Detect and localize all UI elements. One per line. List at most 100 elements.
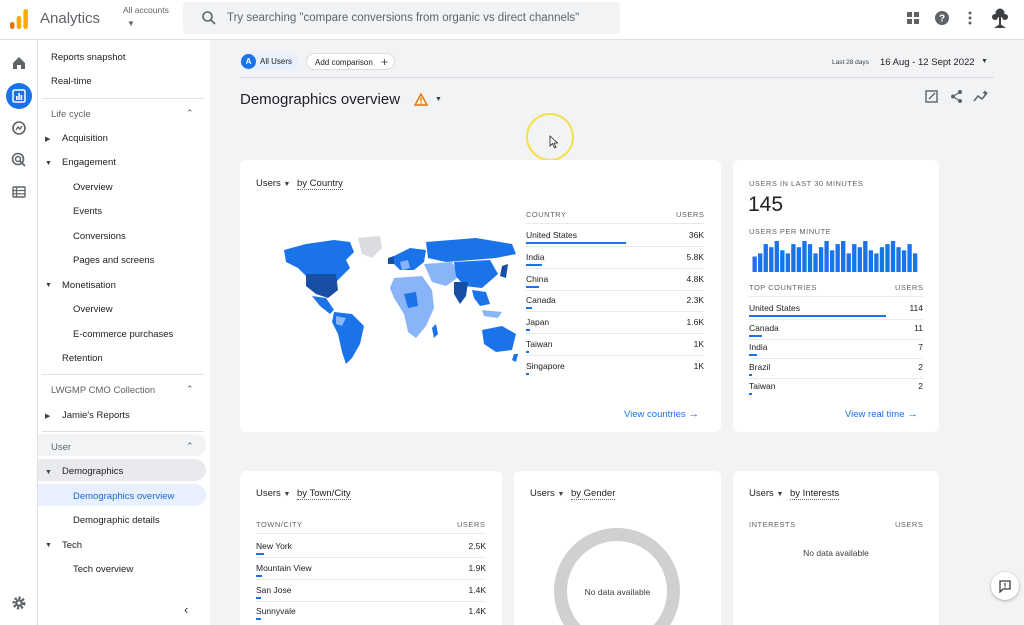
title-chevron-down-icon[interactable]: ▼ — [435, 96, 442, 103]
per-minute-bar[interactable] — [841, 241, 846, 272]
nav-reports-snapshot[interactable]: Reports snapshot — [51, 52, 125, 63]
table-row-name[interactable]: New York — [256, 541, 292, 551]
table-row-name[interactable]: China — [526, 274, 548, 284]
nav-demographic-details[interactable]: Demographic details — [73, 515, 160, 526]
help-icon[interactable]: ? — [934, 10, 950, 26]
all-users-chip[interactable]: A All Users — [240, 53, 298, 70]
nav-section-lifecycle[interactable]: Life cycle — [51, 109, 91, 120]
share-icon[interactable] — [949, 89, 964, 104]
nav-engagement-overview[interactable]: Overview — [73, 182, 113, 193]
account-avatar-icon[interactable] — [990, 7, 1010, 29]
date-chevron-down-icon[interactable]: ▼ — [981, 58, 988, 65]
per-minute-bar[interactable] — [824, 241, 829, 272]
per-minute-bar[interactable] — [796, 247, 802, 272]
nav-pages-screens[interactable]: Pages and screens — [73, 255, 154, 266]
more-vert-icon[interactable] — [962, 10, 978, 26]
per-minute-bar[interactable] — [879, 247, 885, 272]
configure-list-icon[interactable] — [10, 183, 28, 201]
per-minute-bar[interactable] — [807, 244, 813, 272]
nav-ecommerce[interactable]: E-commerce purchases — [73, 329, 173, 340]
caret-down-icon[interactable]: ▼ — [45, 469, 52, 476]
per-minute-bar[interactable] — [758, 253, 763, 272]
card-metric-selector[interactable]: Users ▼ — [256, 488, 290, 499]
card-metric-selector[interactable]: Users ▼ — [256, 178, 290, 189]
table-row-name[interactable]: United States — [749, 303, 800, 313]
collapse-nav-chevron-left-icon[interactable]: ‹ — [184, 602, 188, 617]
per-minute-bar[interactable] — [763, 244, 768, 272]
per-minute-bar[interactable] — [769, 247, 774, 272]
per-minute-bar[interactable] — [785, 253, 791, 272]
per-minute-bar[interactable] — [752, 256, 757, 273]
nav-tech[interactable]: Tech — [62, 540, 82, 551]
per-minute-bar[interactable] — [890, 241, 896, 272]
analytics-logo-icon[interactable] — [10, 9, 28, 29]
per-minute-bar[interactable] — [857, 247, 862, 272]
caret-down-icon[interactable]: ▼ — [45, 160, 52, 167]
per-minute-bar[interactable] — [835, 244, 840, 272]
card-metric-selector[interactable]: Users ▼ — [530, 488, 564, 499]
per-minute-bar[interactable] — [901, 250, 907, 272]
customize-report-icon[interactable] — [924, 89, 939, 104]
search-bar[interactable]: Try searching "compare conversions from … — [183, 2, 620, 34]
nav-events[interactable]: Events — [73, 206, 102, 217]
card-dimension[interactable]: by Town/City — [297, 488, 351, 500]
per-minute-bar[interactable] — [813, 253, 818, 272]
date-range-picker[interactable]: 16 Aug - 12 Sept 2022 — [880, 57, 975, 68]
nav-realtime[interactable]: Real-time — [51, 76, 92, 87]
advertising-icon[interactable] — [10, 151, 28, 169]
per-minute-bar[interactable] — [791, 244, 796, 272]
nav-section-user[interactable]: User — [51, 442, 71, 453]
table-row-name[interactable]: Sunnyvale — [256, 606, 296, 616]
table-row-name[interactable]: India — [749, 342, 767, 352]
caret-down-icon[interactable]: ▼ — [45, 282, 52, 289]
nav-section-collection[interactable]: LWGMP CMO Collection — [51, 385, 155, 396]
nav-tech-overview[interactable]: Tech overview — [73, 564, 133, 575]
nav-demographics-overview[interactable]: Demographics overview — [73, 491, 174, 502]
per-minute-bar[interactable] — [868, 250, 874, 272]
settings-gear-icon[interactable] — [10, 594, 28, 612]
add-comparison-button[interactable]: Add comparison + — [306, 53, 395, 70]
world-map[interactable] — [276, 234, 520, 366]
table-row-name[interactable]: United States — [526, 230, 577, 240]
account-selector-label[interactable]: All accounts — [123, 5, 169, 15]
chevron-up-icon[interactable]: ⌃ — [186, 384, 194, 395]
account-chevron-down-icon[interactable]: ▼ — [127, 19, 135, 28]
nav-conversions[interactable]: Conversions — [73, 231, 126, 242]
per-minute-bar[interactable] — [774, 241, 779, 272]
table-row-name[interactable]: San Jose — [256, 585, 291, 595]
users-per-minute-chart[interactable] — [752, 241, 918, 272]
nav-monetisation-overview[interactable]: Overview — [73, 304, 113, 315]
nav-monetisation[interactable]: Monetisation — [62, 280, 116, 291]
reports-icon[interactable] — [10, 87, 28, 105]
insights-icon[interactable] — [973, 89, 989, 104]
per-minute-bar[interactable] — [780, 250, 785, 272]
table-row-name[interactable]: Mountain View — [256, 563, 312, 573]
card-metric-selector[interactable]: Users ▼ — [749, 488, 783, 499]
card-dimension[interactable]: by Country — [297, 178, 343, 190]
per-minute-bar[interactable] — [863, 241, 868, 272]
nav-jamies-reports[interactable]: Jamie's Reports — [62, 410, 130, 421]
home-icon[interactable] — [10, 54, 28, 72]
per-minute-bar[interactable] — [852, 244, 857, 272]
table-row-name[interactable]: India — [526, 252, 544, 262]
nav-engagement[interactable]: Engagement — [62, 157, 116, 168]
per-minute-bar[interactable] — [885, 244, 890, 272]
per-minute-bar[interactable] — [802, 241, 807, 272]
table-row-name[interactable]: Canada — [749, 323, 779, 333]
nav-acquisition[interactable]: Acquisition — [62, 133, 108, 144]
warning-icon[interactable] — [414, 93, 428, 106]
caret-right-icon[interactable]: ▶ — [45, 412, 50, 420]
nav-retention[interactable]: Retention — [62, 353, 103, 364]
feedback-button[interactable] — [991, 572, 1019, 600]
per-minute-bar[interactable] — [912, 253, 918, 272]
view-countries-link[interactable]: View countries → — [624, 408, 699, 420]
table-row-name[interactable]: Brazil — [749, 362, 770, 372]
nav-demographics[interactable]: Demographics — [62, 466, 123, 477]
caret-right-icon[interactable]: ▶ — [45, 135, 50, 143]
view-realtime-link[interactable]: View real time → — [845, 408, 918, 420]
caret-down-icon[interactable]: ▼ — [45, 542, 52, 549]
per-minute-bar[interactable] — [829, 250, 835, 272]
explore-icon[interactable] — [10, 119, 28, 137]
per-minute-bar[interactable] — [874, 253, 879, 272]
chevron-up-icon[interactable]: ⌃ — [186, 108, 194, 119]
